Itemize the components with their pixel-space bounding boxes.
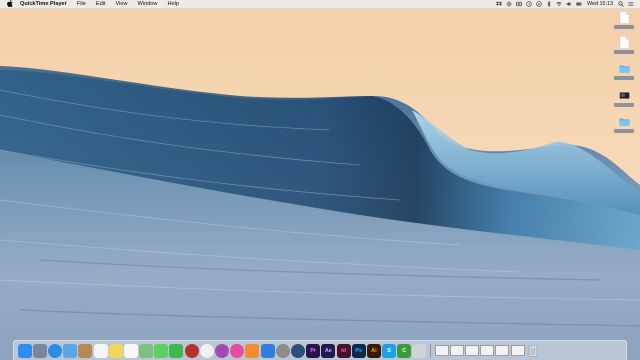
volume-icon[interactable] (565, 0, 573, 9)
folder-icon (618, 118, 630, 126)
notification-center-icon[interactable] (627, 0, 635, 9)
launchpad-icon[interactable] (32, 343, 47, 358)
illustrator-icon[interactable]: Ai (366, 343, 381, 358)
quicktime-icon[interactable] (290, 343, 305, 358)
desktop-folder-2[interactable] (613, 115, 635, 133)
battery-icon[interactable] (575, 0, 583, 9)
menu-extra-icon[interactable] (515, 0, 523, 9)
maps-icon[interactable] (139, 343, 154, 358)
calendar-icon[interactable] (93, 343, 108, 358)
time-machine-icon[interactable] (525, 0, 533, 9)
after-effects-icon[interactable]: Ae (321, 343, 336, 358)
menu-help[interactable]: Help (162, 0, 184, 9)
finder-icon[interactable] (17, 343, 32, 358)
reminders-icon[interactable] (123, 343, 138, 358)
desktop-screenshot[interactable] (613, 89, 635, 107)
trash-icon[interactable] (526, 344, 540, 358)
photobooth-icon[interactable] (184, 343, 199, 358)
mail-icon[interactable] (63, 343, 78, 358)
desktop-file-1[interactable] (613, 11, 635, 29)
minimized-window-thumbnail[interactable] (434, 345, 449, 356)
utility-icon[interactable] (412, 343, 427, 358)
desktop-wallpaper (0, 0, 640, 360)
menu-edit[interactable]: Edit (91, 0, 111, 9)
messages-icon[interactable] (154, 343, 169, 358)
menu-view[interactable]: View (111, 0, 133, 9)
skype-icon[interactable]: S (382, 343, 397, 358)
notes-icon[interactable] (108, 343, 123, 358)
desktop-screenshot-label (614, 103, 634, 107)
apple-menu-icon[interactable] (5, 0, 15, 9)
document-icon (619, 11, 629, 24)
menu-file[interactable]: File (72, 0, 91, 9)
desktop-file-2[interactable] (613, 36, 635, 54)
settings-icon[interactable] (505, 0, 513, 9)
history-icon[interactable] (535, 0, 543, 9)
document-icon (619, 36, 629, 49)
menu-window[interactable]: Window (133, 0, 163, 9)
minimized-window-thumbnail[interactable] (510, 345, 525, 356)
app-store-icon[interactable] (260, 343, 275, 358)
menu-clock[interactable]: Wed 15:13 (584, 1, 616, 7)
indesign-icon[interactable]: Id (336, 343, 351, 358)
facetime-icon[interactable] (169, 343, 184, 358)
photoshop-icon[interactable]: Ps (351, 343, 366, 358)
system-preferences-icon[interactable] (275, 343, 290, 358)
minimized-window-thumbnail[interactable] (480, 345, 495, 356)
dock-separator (430, 343, 432, 358)
dropbox-icon[interactable] (495, 0, 503, 9)
camtasia-icon[interactable]: C (397, 343, 412, 358)
desktop-folder-label (614, 129, 634, 133)
folder-icon (618, 65, 630, 73)
ibooks-icon[interactable] (245, 343, 260, 358)
wifi-icon[interactable] (555, 0, 563, 9)
minimized-window-thumbnail[interactable] (495, 345, 510, 356)
desktop-folder-label (614, 76, 634, 80)
photos-icon[interactable] (199, 343, 214, 358)
screenshot-icon (618, 91, 630, 100)
desktop-file-label (614, 50, 634, 54)
app-menu[interactable]: QuickTime Player (15, 0, 72, 9)
spotlight-icon[interactable] (617, 0, 625, 9)
minimized-window-thumbnail[interactable] (449, 345, 464, 356)
dock: Pr Ae Id Ps Ai S C (13, 340, 627, 360)
minimized-window-thumbnail[interactable] (465, 345, 480, 356)
itunes-icon[interactable] (230, 343, 245, 358)
desktop-folder-1[interactable] (613, 62, 635, 80)
premiere-icon[interactable]: Pr (306, 343, 321, 358)
menu-bar: QuickTime Player File Edit View Window H… (0, 0, 640, 9)
game-center-icon[interactable] (215, 343, 230, 358)
safari-icon[interactable] (47, 343, 62, 358)
bluetooth-icon[interactable] (545, 0, 553, 9)
status-area: Wed 15:13 (494, 0, 640, 9)
contacts-icon[interactable] (78, 343, 93, 358)
desktop-file-label (614, 25, 634, 29)
